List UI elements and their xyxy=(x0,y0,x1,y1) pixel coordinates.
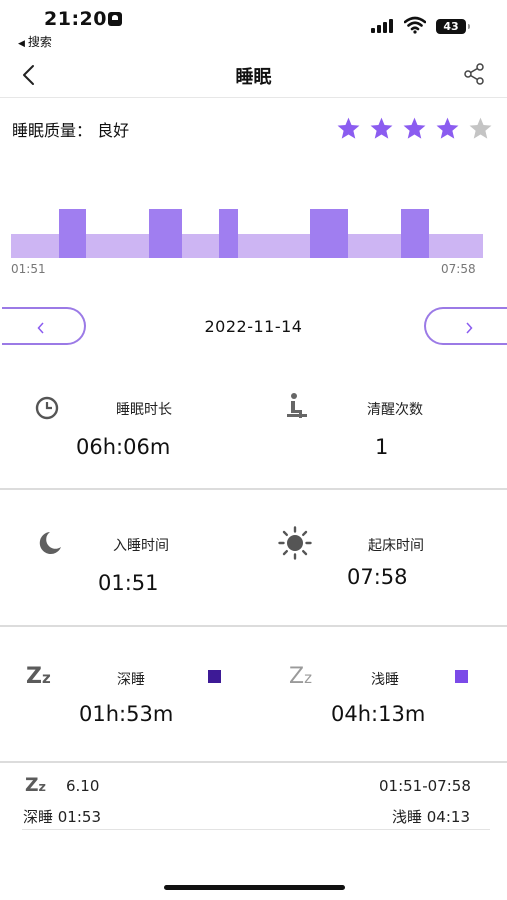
light-sleep-zz-icon: Zz xyxy=(289,664,312,689)
deep-sleep-bar xyxy=(310,209,348,258)
record-deep-sleep: 深睡 01:53 xyxy=(23,808,101,826)
deep-sleep-bar xyxy=(59,209,86,258)
light-sleep-value: 04h:13m xyxy=(331,702,426,726)
deep-sleep-bar xyxy=(219,209,238,258)
chart-end-time: 07:58 xyxy=(441,262,476,276)
back-triangle-icon: ◀ xyxy=(18,39,25,49)
deep-sleep-bar xyxy=(401,209,429,258)
page-title: 睡眠 xyxy=(235,67,272,88)
lock-icon xyxy=(108,12,122,26)
wake-person-icon xyxy=(287,393,307,418)
deep-sleep-bar xyxy=(149,209,182,258)
signal-icon xyxy=(371,19,397,33)
star-filled-icon xyxy=(370,117,393,139)
sleep-quality-label: 睡眠质量： 良好 xyxy=(12,121,130,140)
record-date: 6.10 xyxy=(66,777,100,795)
battery-icon: 43 xyxy=(436,19,470,34)
sleep-time-value: 01:51 xyxy=(98,571,159,595)
moon-icon xyxy=(39,532,61,554)
home-indicator[interactable] xyxy=(164,885,345,890)
divider xyxy=(0,625,507,627)
next-day-button[interactable] xyxy=(424,307,507,345)
chart-start-time: 01:51 xyxy=(11,262,46,276)
status-time: 21:20 xyxy=(44,8,107,30)
status-bar: 21:20 ◀ 搜索 43 xyxy=(0,0,507,52)
star-empty-icon xyxy=(469,117,492,139)
record-time-range: 01:51-07:58 xyxy=(379,777,471,795)
star-filled-icon xyxy=(436,117,459,139)
record-zz-icon: Zz xyxy=(25,775,46,797)
record-light-sleep: 浅睡 04:13 xyxy=(392,808,470,826)
wake-count-value: 1 xyxy=(375,435,389,459)
deep-sleep-value: 01h:53m xyxy=(79,702,174,726)
divider xyxy=(0,761,507,763)
sleep-stage-chart xyxy=(11,209,483,258)
light-sleep-legend xyxy=(455,670,468,683)
wake-time-label: 起床时间 xyxy=(368,538,424,554)
nav-bar: 睡眠 xyxy=(0,52,507,98)
wifi-icon xyxy=(404,16,426,34)
sleep-duration-label: 睡眠时长 xyxy=(116,402,172,418)
star-filled-icon xyxy=(403,117,426,139)
sleep-duration-value: 06h:06m xyxy=(76,435,171,459)
share-icon[interactable] xyxy=(462,62,486,86)
chevron-right-icon xyxy=(466,322,473,334)
light-sleep-label: 浅睡 xyxy=(371,672,399,688)
wake-count-label: 清醒次数 xyxy=(367,402,423,418)
divider xyxy=(22,829,490,830)
back-to-app-link[interactable]: ◀ 搜索 xyxy=(18,33,52,50)
divider xyxy=(0,488,507,490)
deep-sleep-label: 深睡 xyxy=(117,672,145,688)
wake-time-value: 07:58 xyxy=(347,565,408,589)
clock-icon xyxy=(35,396,59,420)
deep-sleep-zz-icon: Zz xyxy=(26,664,51,689)
deep-sleep-legend xyxy=(208,670,221,683)
sleep-time-label: 入睡时间 xyxy=(113,538,169,554)
back-app-label: 搜索 xyxy=(27,35,52,49)
star-filled-icon xyxy=(337,117,360,139)
sun-icon xyxy=(278,526,312,560)
quality-stars xyxy=(336,116,493,141)
